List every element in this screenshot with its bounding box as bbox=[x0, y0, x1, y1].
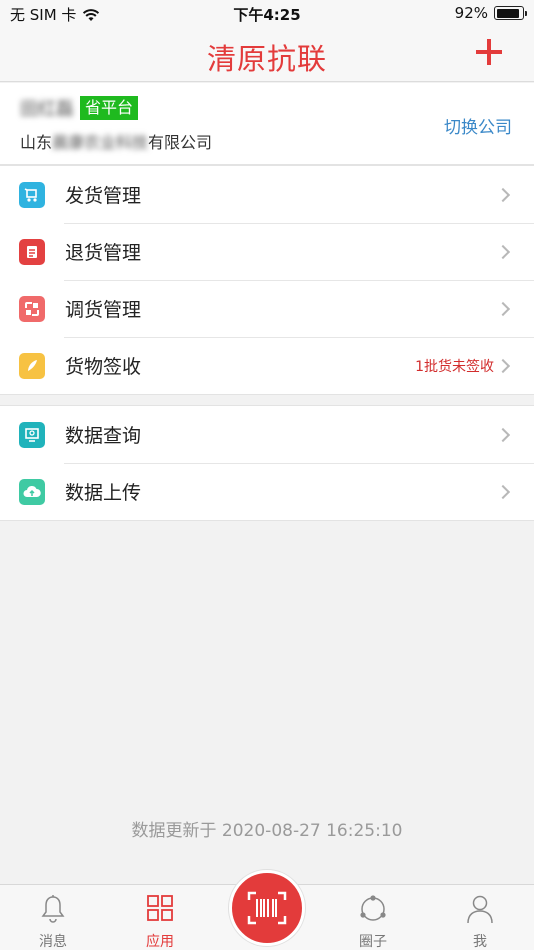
menu-label: 退货管理 bbox=[65, 242, 142, 264]
menu-group-data: 数据查询 数据上传 bbox=[0, 405, 534, 521]
plus-icon[interactable] bbox=[476, 39, 502, 65]
tab-messages[interactable]: 消息 bbox=[0, 885, 106, 950]
tab-me[interactable]: 我 bbox=[427, 885, 533, 950]
bell-icon bbox=[41, 895, 65, 923]
grid-icon bbox=[147, 895, 173, 921]
page-title: 清原抗联 bbox=[206, 42, 327, 76]
scan-barcode-button[interactable] bbox=[229, 870, 305, 946]
chevron-right-icon bbox=[495, 484, 511, 499]
chevron-right-icon bbox=[495, 244, 511, 259]
user-icon bbox=[467, 895, 493, 924]
chevron-right-icon bbox=[495, 301, 511, 316]
menu-item-data-query[interactable]: 数据查询 bbox=[0, 406, 534, 463]
switch-company-link[interactable]: 切换公司 bbox=[444, 113, 512, 138]
company-card: 田红磊 省平台 山东 晨康农业科技 有限公司 切换公司 bbox=[0, 83, 534, 165]
menu-label: 数据上传 bbox=[65, 482, 142, 504]
menu-label: 发货管理 bbox=[65, 185, 142, 207]
battery-percent: 92% bbox=[454, 4, 488, 22]
sign-pen-icon bbox=[19, 352, 45, 379]
company-name: 山东 晨康农业科技 有限公司 bbox=[20, 129, 212, 153]
unsigned-goods-note: 1批货未签收 bbox=[415, 358, 494, 375]
menu-group-goods: 发货管理 退货管理 调货管理 货物签收 1批货未签收 bbox=[0, 165, 534, 395]
tab-label: 我 bbox=[473, 934, 487, 950]
shipping-icon bbox=[19, 181, 45, 208]
company-suffix: 有限公司 bbox=[148, 133, 213, 152]
menu-label: 数据查询 bbox=[65, 425, 142, 447]
menu-label: 调货管理 bbox=[65, 299, 142, 321]
tab-label: 消息 bbox=[39, 934, 67, 950]
chevron-right-icon bbox=[495, 427, 511, 442]
tab-circle[interactable]: 圈子 bbox=[320, 885, 426, 950]
menu-item-data-upload[interactable]: 数据上传 bbox=[0, 463, 534, 520]
cloud-upload-icon bbox=[19, 478, 45, 505]
menu-item-transfer[interactable]: 调货管理 bbox=[0, 280, 534, 337]
barcode-scan-icon bbox=[247, 891, 287, 925]
nav-bar: 清原抗联 bbox=[0, 26, 534, 82]
tab-label: 应用 bbox=[146, 934, 174, 950]
chevron-right-icon bbox=[495, 187, 511, 202]
transfer-icon bbox=[19, 295, 45, 322]
menu-item-sign[interactable]: 货物签收 1批货未签收 bbox=[0, 337, 534, 394]
menu-item-shipping[interactable]: 发货管理 bbox=[0, 166, 534, 223]
monitor-search-icon bbox=[19, 421, 45, 448]
return-doc-icon bbox=[19, 238, 45, 265]
chevron-right-icon bbox=[495, 358, 511, 373]
company-prefix: 山东 bbox=[20, 133, 53, 152]
data-update-time: 数据更新于 2020-08-27 16:25:10 bbox=[131, 821, 403, 841]
menu-item-return[interactable]: 退货管理 bbox=[0, 223, 534, 280]
menu-label: 货物签收 bbox=[65, 356, 142, 378]
tab-apps[interactable]: 应用 bbox=[107, 885, 213, 950]
circle-network-icon bbox=[360, 895, 386, 921]
user-name: 田红磊 bbox=[20, 99, 74, 120]
battery-icon bbox=[494, 6, 527, 20]
level-badge: 省平台 bbox=[80, 96, 139, 120]
tab-label: 圈子 bbox=[359, 934, 387, 950]
status-bar: 无 SIM 卡 下午4:25 92% bbox=[0, 0, 534, 26]
company-hidden: 晨康农业科技 bbox=[52, 133, 149, 152]
